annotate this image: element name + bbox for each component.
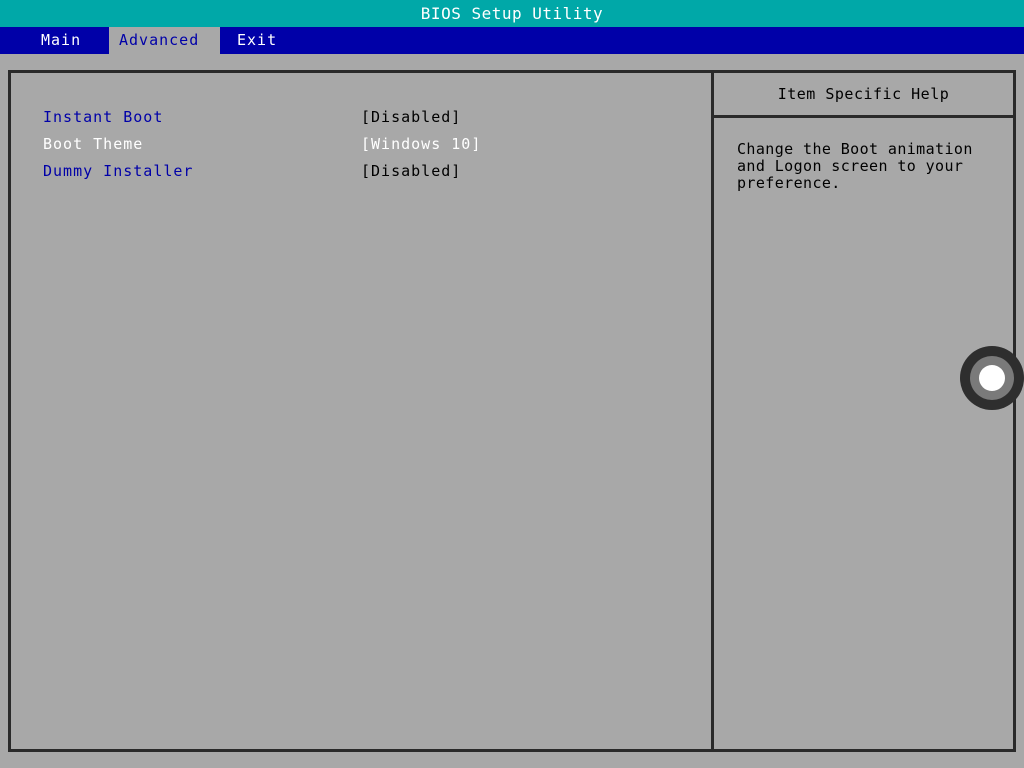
circle-cursor-icon: [960, 346, 1024, 410]
help-divider: [714, 115, 1013, 118]
setting-value[interactable]: [Disabled]: [361, 160, 461, 182]
setting-value[interactable]: [Disabled]: [361, 106, 461, 128]
help-text: Change the Boot animation and Logon scre…: [737, 140, 973, 192]
setting-instant-boot[interactable]: Instant Boot [Disabled]: [43, 106, 503, 128]
cursor-ring-core: [979, 365, 1005, 391]
vertical-divider: [711, 70, 714, 752]
setting-label: Dummy Installer: [43, 162, 194, 180]
tab-exit[interactable]: Exit: [227, 27, 297, 54]
setting-label: Instant Boot: [43, 108, 164, 126]
setting-value[interactable]: [Windows 10]: [361, 133, 481, 155]
setting-boot-theme[interactable]: Boot Theme [Windows 10]: [43, 133, 503, 155]
setting-dummy-installer[interactable]: Dummy Installer [Disabled]: [43, 160, 503, 182]
help-header: Item Specific Help: [777, 85, 950, 103]
window-title: BIOS Setup Utility: [0, 0, 1024, 27]
tab-main[interactable]: Main: [31, 27, 109, 54]
tab-advanced[interactable]: Advanced: [109, 27, 220, 54]
menu-bar: Main Advanced Exit: [0, 27, 1024, 54]
setting-label: Boot Theme: [43, 135, 144, 153]
